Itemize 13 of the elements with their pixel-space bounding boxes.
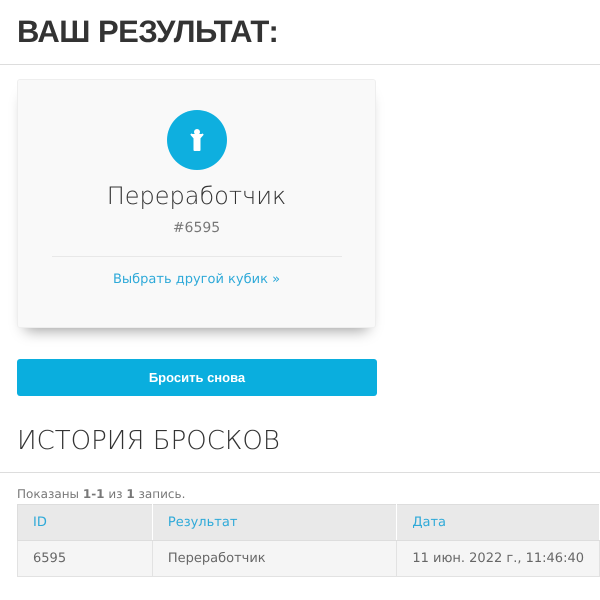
table-cell: Переработчик [152, 540, 397, 576]
column-header[interactable]: Дата [396, 504, 600, 540]
result-name: Переработчик [106, 182, 286, 210]
page-title: ВАШ РЕЗУЛЬТАТ: [17, 14, 280, 50]
result-number: #6595 [172, 220, 220, 236]
table-cell: 6595 [18, 540, 152, 576]
history-heading: ИСТОРИЯ БРОСКОВ [17, 426, 281, 456]
column-header[interactable]: Результат [152, 504, 397, 540]
table-cell: 11 июн. 2022 г., 11:46:40 [396, 540, 600, 576]
summary-text: Показаны 1-1 из 1 запись. [17, 487, 186, 501]
choose-other-link[interactable]: Выбрать другой кубик » [112, 272, 280, 287]
column-header[interactable]: ID [18, 504, 152, 540]
roll-again-button[interactable]: Бросить снова [17, 359, 377, 396]
